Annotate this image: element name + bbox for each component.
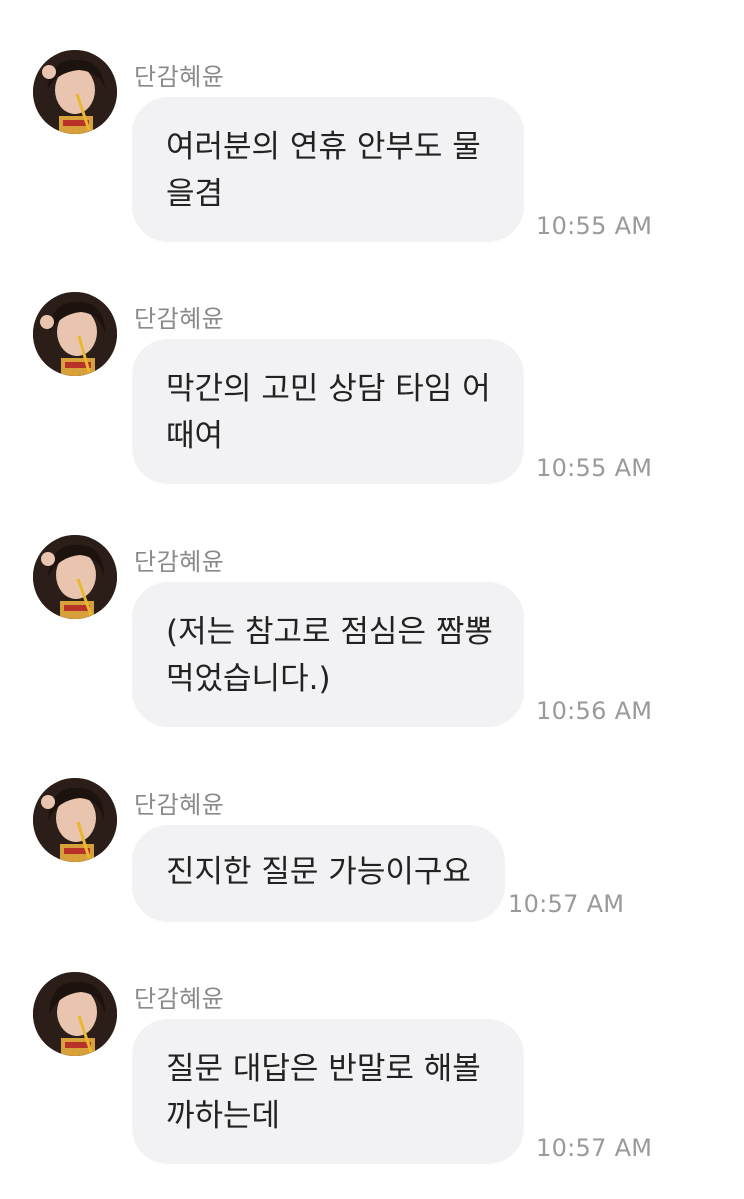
avatar[interactable] [33,972,117,1056]
message-text-line: 먹었습니다.) [166,661,331,697]
message-text-line: 여러분의 연휴 안부도 물 [166,129,481,165]
message-timestamp: 10:57 AM [536,1134,653,1162]
message-bubble[interactable]: 진지한 질문 가능이구요 [132,825,505,922]
message-text-line: 을겸 [166,176,224,212]
message-text-line: 막간의 고민 상담 타임 어 [166,371,491,407]
profile-photo-icon [33,535,117,619]
message-text-line: (저는 참고로 점심은 짬뽕 [166,614,493,650]
message-text-line: 질문 대답은 반말로 해볼 [166,1051,481,1087]
chat-thread: 단감혜윤 여러분의 연휴 안부도 물 을겸 10:55 AM 단감혜윤 막간의 … [0,0,744,1199]
message-timestamp: 10:55 AM [536,212,653,240]
profile-photo-icon [33,292,117,376]
profile-photo-icon [33,50,117,134]
message-bubble[interactable]: (저는 참고로 점심은 짬뽕 먹었습니다.) [132,582,524,727]
message-bubble[interactable]: 막간의 고민 상담 타임 어 때여 [132,339,524,484]
message-item: 단감혜윤 막간의 고민 상담 타임 어 때여 10:55 AM [0,292,744,487]
message-text-line: 진지한 질문 가능이구요 [166,854,471,890]
sender-name: 단감혜윤 [134,985,225,1013]
message-timestamp: 10:57 AM [508,890,625,918]
sender-name: 단감혜윤 [134,548,225,576]
message-bubble[interactable]: 여러분의 연휴 안부도 물 을겸 [132,97,524,242]
avatar[interactable] [33,50,117,134]
sender-name: 단감혜윤 [134,63,225,91]
profile-photo-icon [33,972,117,1056]
avatar[interactable] [33,535,117,619]
sender-name: 단감혜윤 [134,791,225,819]
message-item: 단감혜윤 여러분의 연휴 안부도 물 을겸 10:55 AM [0,50,744,245]
sender-name: 단감혜윤 [134,305,225,333]
message-item: 단감혜윤 (저는 참고로 점심은 짬뽕 먹었습니다.) 10:56 AM [0,535,744,730]
message-item: 단감혜윤 질문 대답은 반말로 해볼 까하는데 10:57 AM [0,972,744,1167]
message-item: 단감혜윤 진지한 질문 가능이구요 10:57 AM [0,778,744,923]
message-timestamp: 10:55 AM [536,454,653,482]
message-text-line: 까하는데 [166,1098,281,1134]
message-timestamp: 10:56 AM [536,697,653,725]
avatar[interactable] [33,778,117,862]
profile-photo-icon [33,778,117,862]
avatar[interactable] [33,292,117,376]
message-bubble[interactable]: 질문 대답은 반말로 해볼 까하는데 [132,1019,524,1164]
message-text-line: 때여 [166,418,224,454]
